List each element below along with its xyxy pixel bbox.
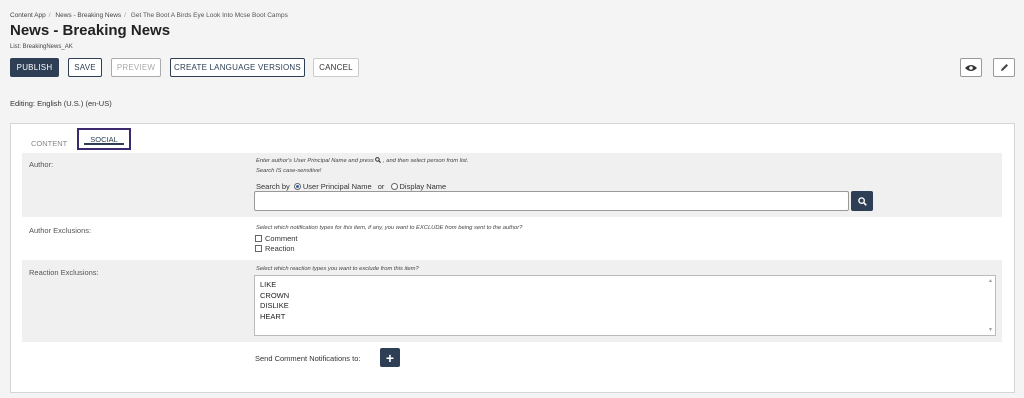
author-help-text-end: , and then select person from list. xyxy=(383,158,469,164)
author-label: Author: xyxy=(29,160,54,169)
upn-radio-label[interactable]: User Principal Name xyxy=(303,182,372,191)
search-by-label: Search by xyxy=(256,182,290,191)
reaction-exclusions-help: Select which reaction types you want to … xyxy=(256,266,419,272)
create-language-versions-button[interactable]: CREATE LANGUAGE VERSIONS xyxy=(170,58,305,77)
author-help: Enter author's User Principal Name and p… xyxy=(256,157,468,164)
reaction-option-dislike[interactable]: DISLIKE xyxy=(255,301,995,312)
search-by-group: Search by User Principal Name or Display… xyxy=(256,182,446,191)
eye-icon xyxy=(965,64,977,71)
search-icon xyxy=(857,196,867,206)
page-title: News - Breaking News xyxy=(10,22,171,39)
reaction-checkbox[interactable] xyxy=(255,245,262,252)
reaction-types-listbox[interactable]: LIKE CROWN DISLIKE HEART ▲ ▼ xyxy=(254,275,996,336)
author-search-input[interactable] xyxy=(254,191,849,211)
comment-checkbox-item[interactable]: Comment xyxy=(255,234,298,243)
reaction-option-like[interactable]: LIKE xyxy=(255,280,995,291)
author-exclusions-label: Author Exclusions: xyxy=(29,226,92,235)
comment-notifications-label: Send Comment Notifications to: xyxy=(255,354,361,363)
add-notification-recipient-button[interactable]: + xyxy=(380,348,400,367)
tab-social[interactable]: SOCIAL xyxy=(77,128,131,150)
upn-radio[interactable] xyxy=(293,183,301,190)
breadcrumb-separator: / xyxy=(124,12,126,19)
save-button[interactable]: SAVE xyxy=(68,58,102,77)
reaction-exclusions-label: Reaction Exclusions: xyxy=(29,268,99,277)
breadcrumb-news-breaking[interactable]: News - Breaking News xyxy=(55,12,121,19)
author-help-text-start: Enter author's User Principal Name and p… xyxy=(256,158,374,164)
author-search-button[interactable] xyxy=(851,191,873,211)
author-case-note: Search IS case-sensitive! xyxy=(256,168,322,174)
active-tab-underline xyxy=(84,143,124,145)
breadcrumb: Content App / News - Breaking News / Get T… xyxy=(10,12,288,19)
display-name-radio[interactable] xyxy=(390,183,398,190)
breadcrumb-current: Get The Boot A Birds Eye Look Into Mcse … xyxy=(130,12,288,19)
or-label: or xyxy=(377,182,385,191)
preview-eye-button[interactable] xyxy=(960,58,982,77)
cancel-button[interactable]: CANCEL xyxy=(313,58,359,77)
editing-language: Editing: English (U.S.) (en-US) xyxy=(10,99,112,108)
scroll-up-arrow-icon[interactable]: ▲ xyxy=(988,278,993,284)
comment-checkbox-label: Comment xyxy=(265,234,298,243)
display-name-radio-label[interactable]: Display Name xyxy=(400,182,447,191)
edit-button[interactable] xyxy=(993,58,1015,77)
comment-checkbox[interactable] xyxy=(255,235,262,242)
list-name: List: BreakingNews_AK xyxy=(10,44,73,50)
preview-button[interactable]: PREVIEW xyxy=(111,58,161,77)
scroll-down-arrow-icon[interactable]: ▼ xyxy=(988,327,993,333)
reaction-option-heart[interactable]: HEART xyxy=(255,312,995,323)
breadcrumb-separator: / xyxy=(48,12,51,19)
search-icon xyxy=(375,157,382,163)
author-exclusions-help: Select which notification types for this… xyxy=(256,225,523,231)
reaction-checkbox-label: Reaction xyxy=(265,244,295,253)
tab-content[interactable]: CONTENT xyxy=(31,133,67,153)
reaction-checkbox-item[interactable]: Reaction xyxy=(255,244,295,253)
pencil-icon xyxy=(1000,64,1008,71)
publish-button[interactable]: PUBLISH xyxy=(10,58,59,77)
reaction-option-crown[interactable]: CROWN xyxy=(255,291,995,302)
breadcrumb-content-app[interactable]: Content App xyxy=(10,12,46,19)
plus-icon: + xyxy=(385,349,395,366)
